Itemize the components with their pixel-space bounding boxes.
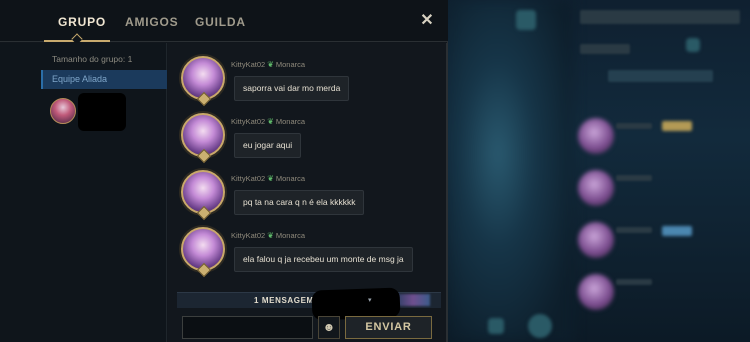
background-friend-avatar bbox=[578, 170, 614, 206]
background-header-bar bbox=[608, 70, 713, 82]
bar-decoration bbox=[396, 294, 430, 306]
chat-message: KittyKat02 ❦ Monarca pq ta na cara q n é e… bbox=[168, 157, 447, 215]
sender-rank: Monarca bbox=[275, 231, 306, 240]
background-friend-name bbox=[616, 175, 652, 181]
avatar[interactable] bbox=[181, 170, 225, 214]
message-bubble: saporra vai dar mo merda bbox=[234, 76, 350, 101]
background-icon bbox=[528, 314, 552, 338]
background-badge bbox=[662, 226, 692, 236]
message-sender: KittyKat02 ❦ Monarca bbox=[231, 231, 305, 240]
background-friend-name bbox=[616, 279, 652, 285]
background-friend-name bbox=[616, 227, 652, 233]
message-sender: KittyKat02 ❦ Monarca bbox=[231, 117, 305, 126]
unread-messages-label: 1 MENSAGEM bbox=[254, 296, 314, 305]
rank-wings-icon: ❦ bbox=[267, 117, 274, 126]
sender-rank: Monarca bbox=[275, 60, 306, 69]
avatar[interactable] bbox=[181, 227, 225, 271]
tab-amigos[interactable]: AMIGOS bbox=[125, 15, 178, 29]
avatar[interactable] bbox=[181, 56, 225, 100]
background-icon bbox=[686, 38, 700, 52]
sender-name: KittyKat02 bbox=[231, 174, 266, 183]
redaction-mark bbox=[78, 93, 126, 131]
window-edge bbox=[446, 43, 448, 342]
background-icon bbox=[516, 10, 536, 30]
rank-wings-icon: ❦ bbox=[267, 231, 274, 240]
rank-wings-icon: ❦ bbox=[267, 60, 274, 69]
message-bubble: pq ta na cara q n é ela kkkkkk bbox=[234, 190, 365, 215]
close-icon[interactable]: ✕ bbox=[418, 12, 436, 30]
avatar[interactable] bbox=[50, 98, 76, 124]
emoji-icon[interactable]: ☻ bbox=[318, 316, 340, 339]
message-bubble: eu jogar aqui bbox=[234, 133, 302, 158]
chat-panel: KittyKat02 ❦ Monarca saporra vai dar mo me… bbox=[168, 43, 447, 342]
sender-name: KittyKat02 bbox=[231, 117, 266, 126]
message-bubble: ela falou q ja recebeu um monte de msg j… bbox=[234, 247, 413, 272]
background-search-bar bbox=[580, 10, 740, 24]
send-button[interactable]: ENVIAR bbox=[345, 316, 432, 339]
sender-name: KittyKat02 bbox=[231, 60, 266, 69]
team-header[interactable]: Equipe Aliada bbox=[41, 70, 167, 89]
background-client bbox=[448, 0, 750, 342]
tabs-bar: GRUPO AMIGOS GUILDA ✕ bbox=[0, 0, 448, 45]
background-friend-name bbox=[616, 123, 652, 129]
team-label: Equipe Aliada bbox=[52, 74, 108, 84]
chat-message: KittyKat02 ❦ Monarca saporra vai dar mo me… bbox=[168, 43, 447, 101]
chevron-down-icon[interactable]: ▾ bbox=[368, 296, 372, 304]
message-sender: KittyKat02 ❦ Monarca bbox=[231, 60, 305, 69]
background-friend-avatar bbox=[578, 274, 614, 310]
social-window: GRUPO AMIGOS GUILDA ✕ Tamanho do grupo: … bbox=[0, 0, 448, 342]
avatar[interactable] bbox=[181, 113, 225, 157]
message-sender: KittyKat02 ❦ Monarca bbox=[231, 174, 305, 183]
rank-wings-icon: ❦ bbox=[267, 174, 274, 183]
sender-rank: Monarca bbox=[275, 174, 306, 183]
group-size-label: Tamanho do grupo: 1 bbox=[52, 54, 133, 64]
sender-name: KittyKat02 bbox=[231, 231, 266, 240]
tab-grupo[interactable]: GRUPO bbox=[58, 15, 106, 29]
tab-guilda[interactable]: GUILDA bbox=[195, 15, 246, 29]
chat-input[interactable] bbox=[182, 316, 313, 339]
background-friend-avatar bbox=[578, 222, 614, 258]
chat-message: KittyKat02 ❦ Monarca ela falou q ja recebe… bbox=[168, 214, 447, 272]
background-icon bbox=[488, 318, 504, 334]
background-friend-avatar bbox=[578, 118, 614, 154]
sender-rank: Monarca bbox=[275, 117, 306, 126]
chat-message: KittyKat02 ❦ Monarca eu jogar aqui bbox=[168, 100, 447, 158]
background-status-bar bbox=[580, 44, 630, 54]
background-badge bbox=[662, 121, 692, 131]
group-panel: Tamanho do grupo: 1 Equipe Aliada bbox=[0, 43, 167, 342]
